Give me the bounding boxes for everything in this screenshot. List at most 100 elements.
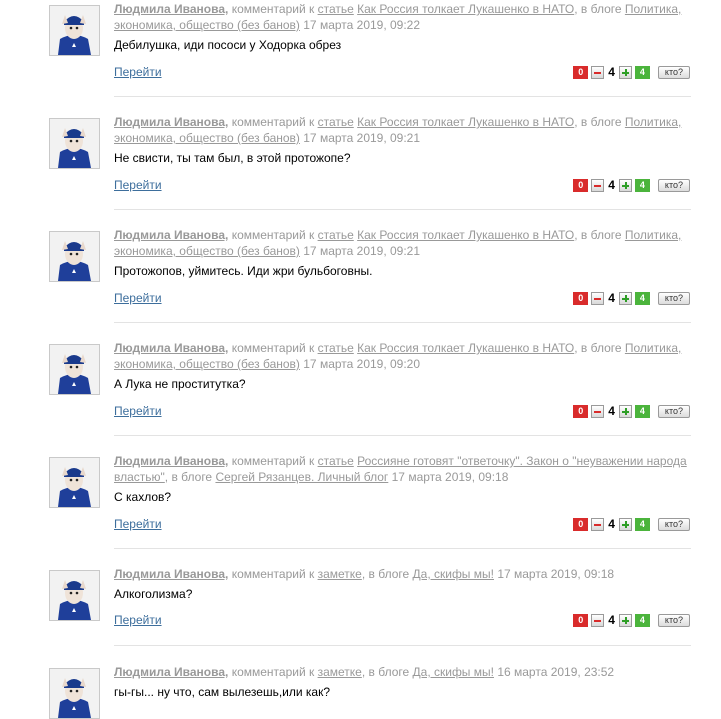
vote-panel: 0 4 4 кто? xyxy=(573,613,690,627)
target-type-link[interactable]: статье xyxy=(318,2,354,16)
upvote-count: 4 xyxy=(634,613,650,627)
post-title-link[interactable]: Как Россия толкает Лукашенко в НАТО xyxy=(357,228,574,242)
author-link[interactable]: Людмила Иванова, xyxy=(114,228,228,242)
vote-panel: 0 4 4 кто? xyxy=(573,65,690,79)
upvote-button[interactable] xyxy=(618,178,632,192)
meta-text: комментарий к xyxy=(231,567,318,581)
meta-text: , в блоге xyxy=(574,2,625,16)
rating-score: 4 xyxy=(608,404,615,418)
downvote-button[interactable] xyxy=(591,178,605,192)
meta-text: комментарий к xyxy=(231,2,318,16)
post-title-link[interactable]: Как Россия толкает Лукашенко в НАТО xyxy=(357,2,574,16)
comment-meta: Людмила Иванова, комментарий к заметке, … xyxy=(114,664,694,680)
target-type-link[interactable]: заметке xyxy=(318,665,362,679)
blog-link[interactable]: Да, скифы мы! xyxy=(413,665,494,679)
target-type-link[interactable]: статье xyxy=(318,454,354,468)
vote-panel: 0 4 4 кто? xyxy=(573,404,690,418)
avatar[interactable] xyxy=(49,5,100,56)
rating-score: 4 xyxy=(608,613,615,627)
blog-link[interactable]: Да, скифы мы! xyxy=(413,567,494,581)
blog-link[interactable]: Сергей Рязанцев. Личный блог xyxy=(215,470,388,484)
downvote-button[interactable] xyxy=(591,613,605,627)
comment-content: Людмила Иванова, комментарий к статье Ка… xyxy=(114,1,694,53)
upvote-button[interactable] xyxy=(618,65,632,79)
divider xyxy=(114,435,691,436)
comment-content: Людмила Иванова, комментарий к статье Ка… xyxy=(114,227,694,279)
downvote-button[interactable] xyxy=(591,65,605,79)
upvote-count: 4 xyxy=(634,178,650,192)
rating-score: 4 xyxy=(608,517,615,531)
author-link[interactable]: Людмила Иванова, xyxy=(114,2,228,16)
who-voted-button[interactable]: кто? xyxy=(657,517,690,531)
author-link[interactable]: Людмила Иванова, xyxy=(114,115,228,129)
divider xyxy=(114,322,691,323)
downvote-count: 0 xyxy=(573,291,589,305)
avatar[interactable] xyxy=(49,118,100,169)
divider xyxy=(114,209,691,210)
go-link[interactable]: Перейти xyxy=(114,65,162,79)
avatar[interactable] xyxy=(49,231,100,282)
upvote-button[interactable] xyxy=(618,291,632,305)
go-link[interactable]: Перейти xyxy=(114,613,162,627)
meta-text: , в блоге xyxy=(574,341,625,355)
avatar[interactable] xyxy=(49,570,100,621)
who-voted-button[interactable]: кто? xyxy=(657,613,690,627)
downvote-count: 0 xyxy=(573,404,589,418)
comment-text: Дебилушка, иди пососи у Ходорка обрез xyxy=(114,38,342,52)
comment-meta: Людмила Иванова, комментарий к статье Ро… xyxy=(114,453,694,485)
downvote-count: 0 xyxy=(573,65,589,79)
target-type-link[interactable]: статье xyxy=(318,341,354,355)
upvote-count: 4 xyxy=(634,65,650,79)
meta-text: комментарий к xyxy=(231,665,318,679)
comment-date: 17 марта 2019, 09:20 xyxy=(299,357,421,371)
downvote-button[interactable] xyxy=(591,291,605,305)
downvote-button[interactable] xyxy=(591,404,605,418)
downvote-count: 0 xyxy=(573,613,589,627)
divider xyxy=(114,548,691,549)
author-link[interactable]: Людмила Иванова, xyxy=(114,567,228,581)
comment-date: 17 марта 2019, 09:18 xyxy=(388,470,509,484)
who-voted-button[interactable]: кто? xyxy=(657,291,690,305)
target-type-link[interactable]: статье xyxy=(318,228,354,242)
comment-meta: Людмила Иванова, комментарий к статье Ка… xyxy=(114,340,694,372)
divider xyxy=(114,96,691,97)
upvote-button[interactable] xyxy=(618,517,632,531)
avatar[interactable] xyxy=(49,344,100,395)
meta-text: комментарий к xyxy=(231,228,318,242)
comment-text: Алкоголизма? xyxy=(114,587,193,601)
go-link[interactable]: Перейти xyxy=(114,404,162,418)
author-link[interactable]: Людмила Иванова, xyxy=(114,665,228,679)
go-link[interactable]: Перейти xyxy=(114,291,162,305)
rating-score: 4 xyxy=(608,65,615,79)
author-link[interactable]: Людмила Иванова, xyxy=(114,454,228,468)
vote-panel: 0 4 4 кто? xyxy=(573,517,690,531)
upvote-button[interactable] xyxy=(618,404,632,418)
author-link[interactable]: Людмила Иванова, xyxy=(114,341,228,355)
upvote-button[interactable] xyxy=(618,613,632,627)
meta-text: , в блоге xyxy=(361,665,413,679)
meta-text: комментарий к xyxy=(231,341,318,355)
who-voted-button[interactable]: кто? xyxy=(657,404,690,418)
meta-text: , в блоге xyxy=(361,567,413,581)
post-title-link[interactable]: Как Россия толкает Лукашенко в НАТО xyxy=(357,341,574,355)
downvote-button[interactable] xyxy=(591,517,605,531)
avatar[interactable] xyxy=(49,668,100,719)
upvote-count: 4 xyxy=(634,404,650,418)
comment-content: Людмила Иванова, комментарий к статье Ка… xyxy=(114,340,694,392)
comment-feed: Людмила Иванова, комментарий к статье Ка… xyxy=(0,0,721,719)
who-voted-button[interactable]: кто? xyxy=(657,65,690,79)
comment-text: гы-гы... ну что, сам вылезешь,или как? xyxy=(114,685,331,699)
downvote-count: 0 xyxy=(573,517,589,531)
comment-text: Протожопов, уймитесь. Иди жри бульбоговн… xyxy=(114,264,373,278)
vote-panel: 0 4 4 кто? xyxy=(573,291,690,305)
comment-text: С кахлов? xyxy=(114,490,172,504)
post-title-link[interactable]: Как Россия толкает Лукашенко в НАТО xyxy=(357,115,574,129)
go-link[interactable]: Перейти xyxy=(114,178,162,192)
comment-date: 17 марта 2019, 09:22 xyxy=(299,18,421,32)
who-voted-button[interactable]: кто? xyxy=(657,178,690,192)
target-type-link[interactable]: статье xyxy=(318,115,354,129)
meta-text: , в блоге xyxy=(574,228,625,242)
go-link[interactable]: Перейти xyxy=(114,517,162,531)
avatar[interactable] xyxy=(49,457,100,508)
target-type-link[interactable]: заметке xyxy=(318,567,362,581)
